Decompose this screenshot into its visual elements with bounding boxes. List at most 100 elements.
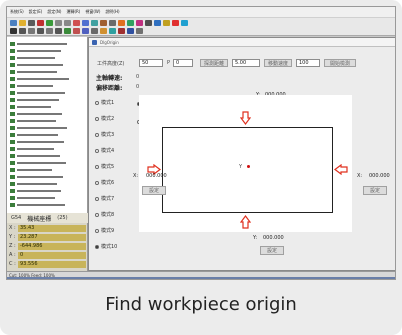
group-icon[interactable] [136,28,143,34]
save-icon[interactable] [28,19,35,26]
mode-radio-5[interactable]: 模式5 [95,163,114,170]
arrow-up-icon[interactable] [240,215,251,229]
menu-system[interactable]: 系統(S) [10,9,24,15]
text-icon[interactable] [100,28,107,34]
redo-icon[interactable] [64,19,71,26]
origin-icon[interactable] [118,19,125,26]
delete-icon[interactable] [73,28,80,34]
rotate-icon[interactable] [91,28,98,34]
tree-item[interactable] [10,139,64,145]
bottom-set-button[interactable]: 設定 [260,246,284,255]
tree-item[interactable] [10,48,61,54]
tree-item[interactable] [10,167,52,173]
undo-icon[interactable] [55,19,62,26]
radio-button[interactable] [95,132,99,137]
cut-icon[interactable] [118,28,125,34]
tool-icon[interactable] [100,19,107,26]
menu-window[interactable]: 視窗(W) [85,9,100,15]
tree-item[interactable] [10,174,63,180]
start-detect-button[interactable]: 開始檢測 [324,59,356,67]
tree-item[interactable] [10,104,51,110]
tree-item[interactable] [10,125,67,131]
tree-item[interactable] [10,132,58,138]
circle-icon[interactable] [37,28,44,34]
open-folder-icon[interactable] [19,19,26,26]
mode-radio-8[interactable]: 模式8 [95,211,114,218]
tree-item[interactable] [10,202,65,208]
probe-distance-input[interactable]: 5.00 [232,59,260,67]
new-file-icon[interactable] [10,19,17,26]
mode-radio-10[interactable]: 模式10 [95,243,117,250]
radio-button[interactable] [95,244,99,249]
radio-button[interactable] [95,228,99,233]
mode-label: 模式10 [101,244,118,250]
p-input[interactable]: 0 [173,59,193,67]
folder-icon [10,189,15,193]
tree-item[interactable] [10,76,69,82]
pointer-icon[interactable] [10,28,17,34]
zoom-in-icon[interactable] [73,19,80,26]
radio-button[interactable] [95,100,99,105]
tree-item[interactable] [10,188,61,194]
zoom-out-icon[interactable] [82,19,89,26]
tree-item[interactable] [10,55,55,61]
radio-button[interactable] [95,148,99,153]
mode-radio-2[interactable]: 模式2 [95,115,114,122]
arc-icon[interactable] [46,28,53,34]
layer-icon[interactable] [64,28,71,34]
arrow-left-icon[interactable] [334,164,348,175]
mode-radio-6[interactable]: 模式6 [95,179,114,186]
mode-radio-7[interactable]: 模式7 [95,195,114,202]
view-icon[interactable] [91,19,98,26]
light-icon[interactable] [163,19,170,26]
polygon-icon[interactable] [55,28,62,34]
measure-icon[interactable] [154,19,161,26]
tree-item[interactable] [10,97,59,103]
tree-item[interactable] [10,146,54,152]
tree-item[interactable] [10,153,60,159]
mode-radio-3[interactable]: 模式3 [95,131,114,138]
start-icon[interactable] [46,19,53,26]
workpiece-height-input[interactable]: 50 [139,59,163,67]
stop-icon[interactable] [37,19,44,26]
probe-icon[interactable] [127,19,134,26]
move-speed-input[interactable]: 100 [296,59,320,67]
radio-button[interactable] [95,180,99,185]
tree-item[interactable] [10,41,67,47]
path-icon[interactable] [136,19,143,26]
right-set-button[interactable]: 設定 [363,186,387,195]
tree-item[interactable] [10,69,57,75]
tree-item[interactable] [10,118,56,124]
mode-radio-4[interactable]: 模式4 [95,147,114,154]
mode-label: 模式7 [101,196,115,202]
align-icon[interactable] [109,28,116,34]
arrow-down-icon[interactable] [240,111,251,125]
tree-item[interactable] [10,90,65,96]
mode-radio-1[interactable]: 模式1 [95,99,114,106]
tree-item[interactable] [10,111,62,117]
camera-icon[interactable] [181,19,188,26]
grid-icon[interactable] [145,19,152,26]
emergency-icon[interactable] [172,19,179,26]
menu-run[interactable]: 運轉(R) [66,9,80,15]
folder-icon [10,42,15,46]
settings-icon[interactable] [109,19,116,26]
tree-item[interactable] [10,195,55,201]
menu-config[interactable]: 設定(N) [47,9,61,15]
line-icon[interactable] [19,28,26,34]
tree-item[interactable] [10,62,63,68]
mirror-icon[interactable] [82,28,89,34]
mode-radio-9[interactable]: 模式9 [95,227,114,234]
left-set-button[interactable]: 設定 [142,186,166,195]
node-icon[interactable] [127,28,134,34]
rectangle-icon[interactable] [28,28,35,34]
menu-settings[interactable]: 設定(E) [29,9,43,15]
radio-button[interactable] [95,196,99,201]
radio-button[interactable] [95,116,99,121]
radio-button[interactable] [95,212,99,217]
tree-item[interactable] [10,181,57,187]
tree-item[interactable] [10,160,66,166]
menu-help[interactable]: 說明(H) [105,9,119,15]
tree-item[interactable] [10,83,53,89]
radio-button[interactable] [95,164,99,169]
